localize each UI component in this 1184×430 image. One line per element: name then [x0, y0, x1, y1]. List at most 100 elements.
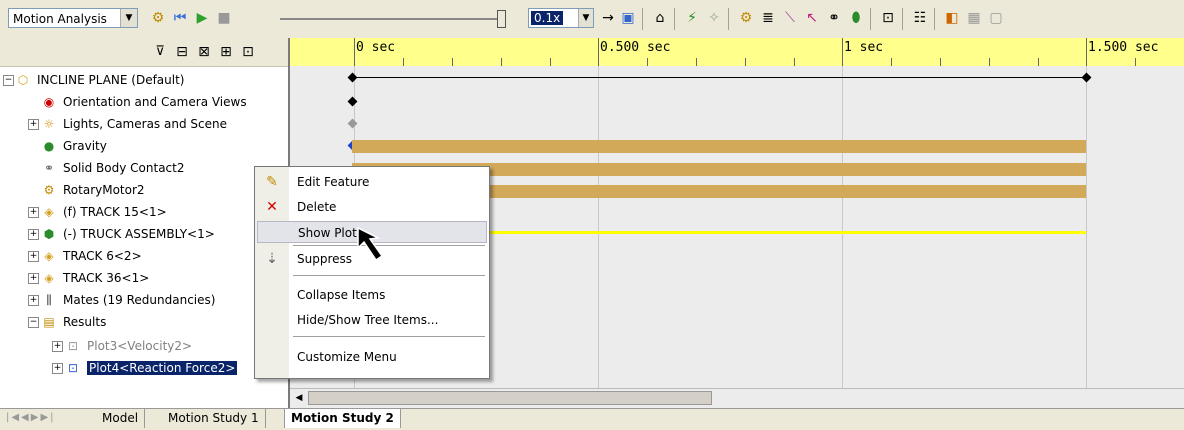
tree-item-mates[interactable]: ⫼ Mates (19 Redundancies) [40, 290, 215, 310]
tree-item-track6[interactable]: ◈ TRACK 6<2> [40, 246, 142, 266]
menu-item-delete[interactable]: ✕ Delete [255, 196, 489, 218]
tree-item-orientation[interactable]: ◉ Orientation and Camera Views [40, 92, 247, 112]
tree-item-label: Results [63, 315, 107, 329]
tree-item-track15[interactable]: ◈ (f) TRACK 15<1> [40, 202, 166, 222]
contact-icon[interactable]: ⚭ [824, 8, 844, 28]
scrollbar-thumb[interactable] [308, 391, 712, 405]
animation-wizard-icon[interactable]: ⌂ [650, 8, 670, 28]
tree-expand-icon[interactable]: + [28, 229, 39, 240]
start-key-diamond[interactable] [347, 72, 358, 83]
time-label: 0 sec [356, 40, 396, 55]
menu-item-label: Show Plot [298, 226, 357, 240]
stop-icon[interactable]: ■ [214, 8, 234, 28]
save-animation-icon[interactable]: ▣ [618, 8, 638, 28]
tab-motion-study-1[interactable]: Motion Study 1 [162, 409, 266, 428]
force-icon[interactable]: ↖ [802, 8, 822, 28]
playback-mode-icon[interactable]: → [598, 8, 618, 28]
toolbar-separator [674, 8, 675, 30]
damper-icon[interactable]: ⟍ [780, 8, 800, 28]
unknown-icon[interactable]: ▦ [964, 8, 984, 28]
toolbar-separator [934, 8, 935, 30]
autokey-icon[interactable]: ⚡ [682, 8, 702, 28]
study-type-value: Motion Analysis [13, 12, 107, 26]
tree-item-label: Gravity [63, 139, 107, 153]
tree-expand-icon[interactable]: + [28, 207, 39, 218]
play-from-start-icon[interactable]: ⏮ [170, 8, 190, 28]
tree-expand-icon[interactable]: + [28, 251, 39, 262]
scroll-left-icon[interactable]: ◀ [292, 391, 306, 405]
add-key-icon[interactable]: ✧ [704, 8, 724, 28]
tree-item-label: TRACK 36<1> [63, 271, 150, 285]
minor-tick [550, 58, 551, 66]
timeline-ruler[interactable]: 0 sec 0.500 sec 1 sec 1.500 sec [290, 38, 1184, 66]
key-diamond[interactable] [347, 118, 358, 129]
timeline-scrollbar[interactable]: ◀ [290, 388, 1184, 407]
filter-results-icon[interactable]: ⊡ [238, 42, 258, 62]
collapse-icon[interactable]: ◧ [942, 8, 962, 28]
root-time-bar[interactable] [352, 77, 1086, 78]
motor-icon[interactable]: ⚙ [736, 8, 756, 28]
filter-selected-icon[interactable]: ⊞ [216, 42, 236, 62]
study-type-select[interactable]: Motion Analysis ▼ [8, 8, 138, 28]
mates-icon: ⫼ [46, 293, 52, 307]
mouse-pointer-icon [356, 226, 396, 266]
tab-model[interactable]: Model [96, 409, 146, 428]
spring-icon[interactable]: ≣ [758, 8, 778, 28]
tree-collapse-icon[interactable]: − [28, 317, 39, 328]
calculate-icon[interactable]: ⚙ [148, 8, 168, 28]
gravity-icon: ● [43, 139, 55, 153]
tree-collapse-icon[interactable]: − [3, 75, 14, 86]
tab-scroll-arrows[interactable]: |◀◀▶▶| [6, 412, 86, 426]
plot-icon: ⊡ [67, 361, 79, 375]
tab-label: Model [102, 411, 139, 425]
tree-item-lights[interactable]: ☼ Lights, Cameras and Scene [40, 114, 227, 134]
tree-item-label: TRACK 6<2> [63, 249, 142, 263]
major-tick [842, 38, 843, 66]
tree-item-motor[interactable]: ⚙ RotaryMotor2 [40, 180, 145, 200]
plot-timebar[interactable] [480, 231, 1086, 234]
tree-expand-icon[interactable]: + [52, 363, 63, 374]
menu-item-collapse[interactable]: Collapse Items [255, 284, 489, 306]
tree-item-truck[interactable]: ⬢ (-) TRUCK ASSEMBLY<1> [40, 224, 215, 244]
motion-study-properties-icon[interactable]: ☷ [910, 8, 930, 28]
tab-motion-study-2[interactable]: Motion Study 2 [284, 409, 401, 428]
tree-item-label: Plot3<Velocity2> [87, 339, 193, 353]
tree-item-contact[interactable]: ⚭ Solid Body Contact2 [40, 158, 185, 178]
play-icon[interactable]: ▶ [192, 8, 212, 28]
minor-tick [794, 58, 795, 66]
tree-item-results[interactable]: ▤ Results [40, 312, 106, 332]
unknown-icon-2[interactable]: ▢ [986, 8, 1006, 28]
chevron-down-icon[interactable]: ▼ [120, 9, 137, 27]
tree-item-gravity[interactable]: ● Gravity [40, 136, 107, 156]
filter-driving-icon[interactable]: ⊠ [194, 42, 214, 62]
edit-feature-icon: ✎ [266, 174, 278, 190]
tree-expand-icon[interactable]: + [28, 273, 39, 284]
tree-item-plot4[interactable]: ⊡ Plot4<Reaction Force2> [64, 358, 238, 378]
filter-animated-icon[interactable]: ⊟ [172, 42, 192, 62]
subassembly-icon: ⬢ [43, 227, 55, 241]
key-diamond[interactable] [347, 96, 358, 107]
playback-speed-select[interactable]: 0.1x ▼ [528, 8, 594, 28]
chevron-down-icon[interactable]: ▼ [578, 9, 593, 27]
menu-item-edit-feature[interactable]: ✎ Edit Feature [255, 171, 489, 193]
tree-expand-icon[interactable]: + [52, 341, 63, 352]
tree-root[interactable]: ⬡ INCLINE PLANE (Default) [14, 70, 185, 90]
results-plots-icon[interactable]: ⊡ [878, 8, 898, 28]
major-tick [598, 38, 599, 66]
tree-item-plot3[interactable]: ⊡ Plot3<Velocity2> [64, 336, 192, 356]
filter-icon[interactable]: ⊽ [150, 42, 170, 62]
playback-slider-thumb[interactable] [497, 10, 506, 28]
minor-tick [989, 58, 990, 66]
tree-expand-icon[interactable]: + [28, 119, 39, 130]
toolbar-separator [728, 8, 729, 30]
results-folder-icon: ▤ [43, 315, 55, 329]
tree-item-track36[interactable]: ◈ TRACK 36<1> [40, 268, 149, 288]
end-key-diamond[interactable] [1081, 72, 1092, 83]
tree-expand-icon[interactable]: + [28, 295, 39, 306]
contact-icon: ⚭ [43, 161, 55, 175]
menu-item-label: Delete [297, 200, 337, 214]
menu-item-customize[interactable]: Customize Menu [255, 346, 489, 368]
menu-item-hide-show[interactable]: Hide/Show Tree Items... [255, 309, 489, 331]
gravity-icon[interactable]: ⬮ [846, 8, 866, 28]
gravity-timebar[interactable] [352, 140, 1086, 153]
